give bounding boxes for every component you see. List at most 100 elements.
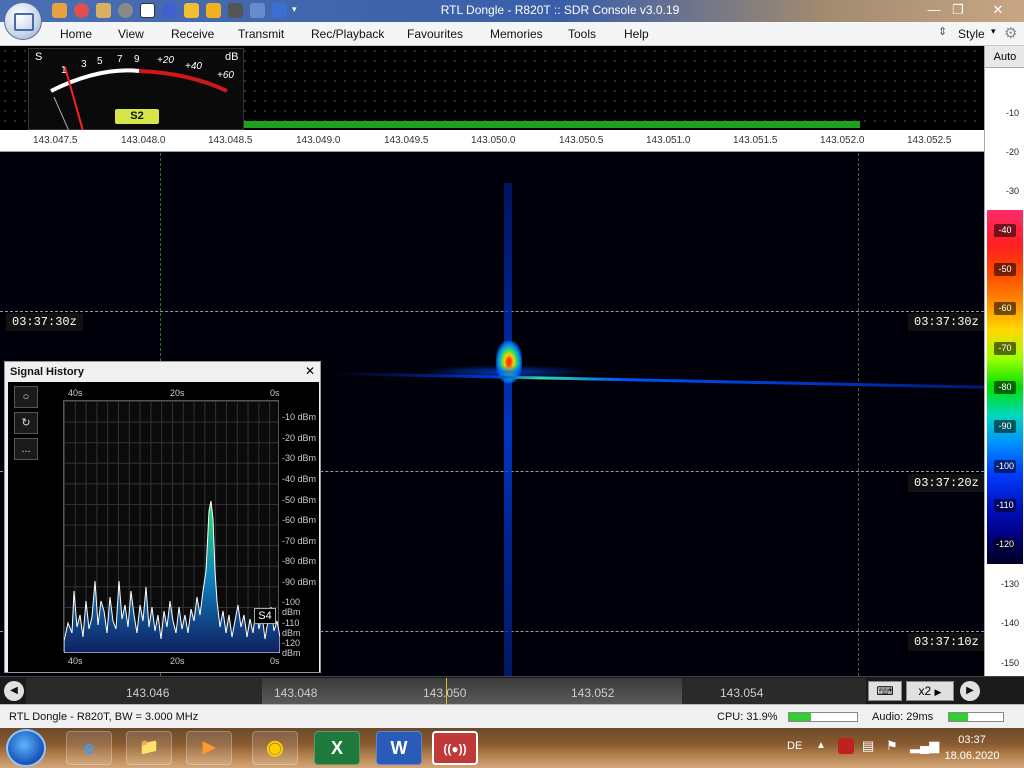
signal-history-panel[interactable]: Signal History ✕ ○ ↻ ... 40s 20s 0s -10 …: [4, 361, 321, 673]
color-scale-label: -110: [994, 499, 1016, 512]
tray-expand-icon[interactable]: ▲: [816, 740, 826, 751]
close-icon[interactable]: ✕: [303, 364, 317, 378]
freq-label: 143.052.0: [820, 135, 865, 146]
menu-bar: Home View Receive Transmit Rec/Playback …: [0, 22, 1024, 46]
explorer-icon[interactable]: 📁: [126, 731, 172, 765]
device-icon[interactable]: ▤: [862, 738, 874, 754]
folder-icon[interactable]: [96, 3, 111, 18]
auto-button[interactable]: Auto: [985, 46, 1024, 68]
sort-icon[interactable]: ⇕: [938, 25, 947, 38]
antivirus-icon[interactable]: [838, 738, 854, 754]
s-meter-scale-label: 7: [117, 54, 123, 65]
undo-icon[interactable]: [272, 3, 287, 18]
menu-transmit[interactable]: Transmit: [238, 27, 284, 41]
scale-label: -130: [1000, 579, 1019, 589]
time-label: 40s: [68, 388, 83, 398]
gear-icon[interactable]: ⚙: [1004, 24, 1017, 42]
style-menu[interactable]: Style: [958, 27, 985, 41]
clock-time[interactable]: 03:37: [950, 734, 994, 746]
chrome-icon[interactable]: ◉: [252, 731, 298, 765]
app-menu-orb[interactable]: [4, 2, 42, 40]
tuner-freq-label: 143.052: [571, 686, 615, 700]
menu-tools[interactable]: Tools: [568, 27, 596, 41]
menu-home[interactable]: Home: [60, 27, 92, 41]
s-meter: S dB 1 3 5 7 9 +20 +40 +60 S2: [28, 48, 244, 132]
filter-edge-right[interactable]: [858, 153, 859, 676]
s-meter-scale-label: +40: [185, 61, 202, 72]
network-icon[interactable]: ▂▄▆: [910, 738, 939, 754]
maximize-button[interactable]: ❐: [946, 0, 970, 20]
language-indicator[interactable]: DE: [787, 740, 802, 752]
color-scale-label: -60: [994, 302, 1016, 315]
keyboard-icon[interactable]: ⌨: [868, 681, 902, 701]
lock-icon[interactable]: [206, 3, 221, 18]
s-meter-scale-label: 5: [97, 56, 103, 67]
menu-rec-playback[interactable]: Rec/Playback: [311, 27, 384, 41]
color-scale-label: -80: [994, 381, 1016, 394]
flag-icon[interactable]: ⚑: [886, 738, 898, 754]
minimize-button[interactable]: —: [922, 0, 946, 20]
dbm-label: -60 dBm: [282, 515, 317, 525]
color-scale-label: -40: [994, 224, 1016, 237]
word-icon[interactable]: W: [376, 731, 422, 765]
record-button[interactable]: ○: [14, 386, 38, 408]
status-bar: RTL Dongle - R820T, BW = 3.000 MHz CPU: …: [0, 704, 1024, 728]
app-logo-icon: [14, 13, 34, 31]
camera-icon[interactable]: [228, 3, 243, 18]
time-label: 0s: [270, 388, 280, 398]
menu-receive[interactable]: Receive: [171, 27, 214, 41]
excel-icon[interactable]: X: [314, 731, 360, 765]
more-button[interactable]: ...: [14, 438, 38, 460]
close-button[interactable]: ✕: [984, 0, 1012, 20]
menu-help[interactable]: Help: [624, 27, 649, 41]
reset-button[interactable]: ↻: [14, 412, 38, 434]
scroll-left-icon[interactable]: ◀: [4, 681, 24, 701]
clock-date[interactable]: 18.06.2020: [940, 750, 1004, 762]
scale-label: -140: [1000, 618, 1019, 628]
sdr-console-icon[interactable]: ((●)): [432, 731, 478, 765]
internet-explorer-icon[interactable]: e: [66, 731, 112, 765]
freq-label: 143.049.0: [296, 135, 341, 146]
start-button[interactable]: [6, 729, 46, 767]
tuner-freq-label: 143.048: [274, 686, 318, 700]
bandwidth-indicator: [160, 121, 860, 128]
menu-memories[interactable]: Memories: [490, 27, 543, 41]
carrier-trace: [504, 183, 512, 676]
device-status: RTL Dongle - R820T, BW = 3.000 MHz: [9, 711, 199, 723]
star-icon[interactable]: [184, 3, 199, 18]
cpu-meter: [788, 712, 858, 722]
home-icon[interactable]: [52, 3, 67, 18]
dbm-label: -30 dBm: [282, 453, 317, 463]
visible-range[interactable]: [262, 678, 682, 704]
freq-label: 143.048.0: [121, 135, 166, 146]
maximize-icon: ❐: [952, 2, 964, 17]
title-bar: ▾ RTL Dongle - R820T :: SDR Console v3.0…: [0, 0, 1024, 22]
zoom-level: x2: [918, 684, 932, 698]
level-scale[interactable]: Auto -10 -20 -30 -40 -50 -60 -70 -80 -90…: [984, 46, 1024, 676]
color-scale-label: -120: [994, 538, 1016, 551]
menu-view[interactable]: View: [118, 27, 144, 41]
tuning-strip[interactable]: ◀ 143.046 143.048 143.050 143.052 143.05…: [0, 676, 1024, 704]
dbm-label: -40 dBm: [282, 474, 317, 484]
color-scale-label: -70: [994, 342, 1016, 355]
menu-favourites[interactable]: Favourites: [407, 27, 463, 41]
lifebuoy-icon[interactable]: [74, 3, 89, 18]
chevron-down-icon[interactable]: ▾: [292, 4, 297, 15]
taskbar: e 📁 ▶ ◉ X W ((●)) DE ▲ ▤ ⚑ ▂▄▆ 03:37 18.…: [0, 728, 1024, 768]
scroll-right-icon[interactable]: ▶: [960, 681, 980, 701]
stop-icon[interactable]: [140, 3, 155, 18]
media-player-icon[interactable]: ▶: [186, 731, 232, 765]
freq-label: 143.052.5: [907, 135, 952, 146]
tuner-freq-label: 143.054: [720, 686, 764, 700]
play-icon[interactable]: [118, 3, 133, 18]
zoom-button[interactable]: x2 ▶: [906, 681, 954, 701]
frequency-axis[interactable]: 143.047.5 143.048.0 143.048.5 143.049.0 …: [0, 130, 984, 152]
drop-icon[interactable]: [250, 3, 265, 18]
chevron-down-icon[interactable]: ▾: [991, 26, 996, 37]
tuner-freq-label: 143.046: [126, 686, 170, 700]
dbm-label: -120 dBm: [282, 638, 301, 658]
tuning-scale[interactable]: 143.046 143.048 143.050 143.052 143.054: [26, 678, 866, 704]
dbm-label: -100 dBm: [282, 597, 301, 617]
add-icon[interactable]: [162, 3, 177, 18]
freq-label: 143.051.0: [646, 135, 691, 146]
